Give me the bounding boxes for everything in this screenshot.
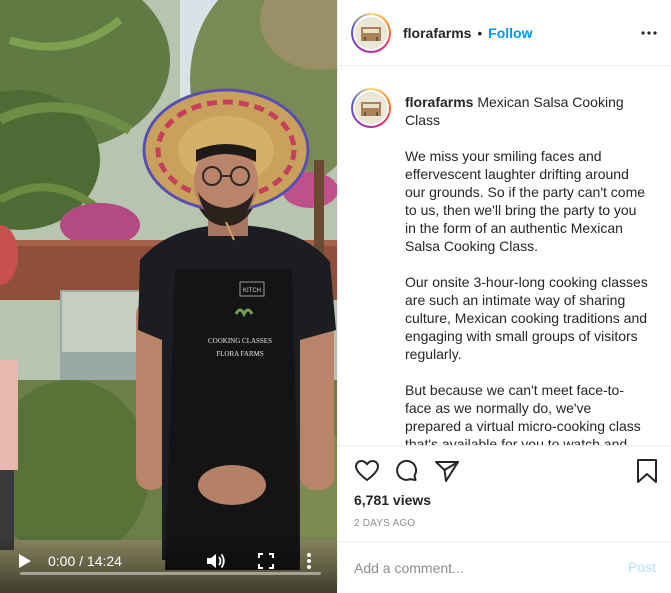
play-icon[interactable] <box>18 553 32 569</box>
volume-icon[interactable] <box>206 552 226 570</box>
comment-icon[interactable] <box>394 458 420 484</box>
video-player[interactable]: KITCH COOKING CLASSES FLORA FARMS 0:00 /… <box>0 0 337 593</box>
post-date[interactable]: 2 DAYS AGO <box>354 518 415 529</box>
comment-bar: Post <box>338 541 671 593</box>
caption-area[interactable]: florafarms Mexican Salsa Cooking Class W… <box>338 67 671 445</box>
caption-avatar[interactable] <box>351 88 391 128</box>
apron-text-line1: COOKING CLASSES <box>208 337 272 345</box>
profile-picture <box>355 17 387 49</box>
post-header: florafarms • Follow <box>338 0 671 66</box>
video-time: 0:00 / 14:24 <box>48 553 122 569</box>
follow-button[interactable]: Follow <box>488 25 532 41</box>
caption-paragraph: But because we can't meet face-to-face a… <box>405 382 641 445</box>
post-panel: florafarms • Follow florafarms Mexican S… <box>337 0 671 593</box>
caption-title: florafarms Mexican Salsa Cooking Class <box>405 93 655 129</box>
username-link[interactable]: florafarms <box>403 25 471 41</box>
more-horizontal-icon[interactable] <box>640 24 658 42</box>
bookmark-icon[interactable] <box>634 458 660 484</box>
caption-username[interactable]: florafarms <box>405 94 473 110</box>
apron-pocket-text: KITCH <box>243 288 261 294</box>
video-controls: 0:00 / 14:24 <box>0 533 337 593</box>
caption-paragraph: We miss your smiling faces and effervesc… <box>405 148 646 254</box>
heart-icon[interactable] <box>354 458 380 484</box>
comment-input[interactable] <box>354 558 604 578</box>
apron-text-line2: FLORA FARMS <box>216 350 264 358</box>
fullscreen-icon[interactable] <box>258 553 274 569</box>
more-vertical-icon[interactable] <box>306 552 312 570</box>
paper-plane-icon[interactable] <box>434 458 460 484</box>
caption-paragraph: Our onsite 3-hour-long cooking classes a… <box>405 274 648 362</box>
header-user: florafarms • Follow <box>403 25 532 41</box>
post-actions: 6,781 views 2 DAYS AGO <box>338 445 671 541</box>
profile-picture <box>355 92 387 124</box>
separator-dot: • <box>477 25 483 41</box>
avatar[interactable] <box>351 13 391 53</box>
post-button[interactable]: Post <box>628 559 656 575</box>
view-count[interactable]: 6,781 views <box>354 492 431 508</box>
video-frame: KITCH COOKING CLASSES FLORA FARMS <box>0 0 337 593</box>
video-progress-bar[interactable] <box>20 572 321 575</box>
